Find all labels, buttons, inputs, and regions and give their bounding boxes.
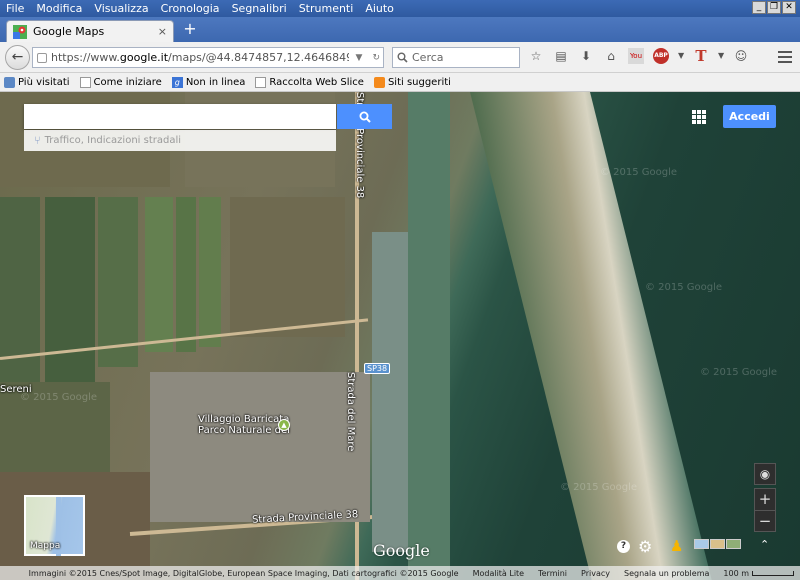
directions-icon: ⑂ [34, 134, 41, 147]
home-icon[interactable]: ⌂ [603, 48, 619, 64]
url-text: https://www.google.it/maps/@44.8474857,1… [51, 51, 349, 64]
zoom-control: + − [754, 488, 776, 532]
translate-t-icon[interactable]: T [693, 48, 709, 64]
tab-close-icon[interactable]: × [158, 25, 167, 38]
terms-link[interactable]: Termini [538, 569, 567, 578]
t-dropdown-icon[interactable]: ▼ [718, 48, 724, 64]
google-icon: g [171, 76, 183, 88]
menu-strumenti[interactable]: Strumenti [293, 2, 360, 15]
bookmarks-toolbar: Più visitati Come iniziare g Non in linea… [0, 73, 800, 92]
bookmark-piu-visitati[interactable]: Più visitati [4, 76, 70, 88]
sp38-shield: SP38 [364, 363, 391, 374]
my-location-button[interactable]: ◉ [754, 463, 776, 485]
map-search-button[interactable] [337, 104, 392, 129]
chat-icon[interactable]: ☺ [733, 48, 749, 64]
imagery-credits: Immagini ©2015 Cnes/Spot Image, DigitalG… [28, 568, 459, 578]
traffic-directions-label: Traffico, Indicazioni stradali [44, 135, 182, 146]
park-pin-icon[interactable]: ▲ [278, 419, 290, 431]
bookmark-star-icon[interactable]: ☆ [528, 48, 544, 64]
downloads-icon[interactable]: ⬇ [578, 48, 594, 64]
search-bar[interactable]: Cerca [392, 47, 520, 68]
hamburger-menu-icon[interactable] [778, 51, 792, 63]
poi-villaggio-barricata[interactable]: Villaggio Barricata Parco Naturale del [198, 414, 290, 436]
close-window-button[interactable]: ✕ [782, 1, 796, 14]
new-tab-button[interactable]: + [180, 21, 200, 39]
url-bar[interactable]: https://www.google.it/maps/@44.8474857,1… [32, 47, 384, 68]
river [408, 92, 450, 580]
pegman-icon[interactable]: ♟ [670, 537, 683, 555]
road-label-del-mare: Strada del Mare [345, 372, 356, 452]
report-problem-link[interactable]: Segnala un problema [624, 569, 709, 578]
minimize-button[interactable]: _ [752, 1, 766, 14]
back-button[interactable]: ← [5, 45, 30, 70]
bookmark-come-iniziare[interactable]: Come iniziare [79, 76, 162, 88]
nav-toolbar: ← https://www.google.it/maps/@44.8474857… [0, 42, 800, 73]
scale-bar[interactable]: 100 m [723, 569, 794, 578]
menu-segnalibri[interactable]: Segnalibri [226, 2, 293, 15]
tab-google-maps[interactable]: Google Maps × [6, 20, 174, 42]
map-watermark: © 2015 Google [560, 482, 638, 493]
bookmark-siti-suggeriti[interactable]: Siti suggeriti [373, 76, 451, 88]
reading-list-icon[interactable]: ▤ [553, 48, 569, 64]
help-icon[interactable]: ? [617, 540, 630, 553]
google-maps-favicon-icon [13, 24, 27, 39]
menu-visualizza[interactable]: Visualizza [88, 2, 154, 15]
zoom-in-button[interactable]: + [755, 489, 775, 511]
tab-title: Google Maps [33, 25, 105, 38]
menu-bar: File Modifica Visualizza Cronologia Segn… [0, 0, 800, 17]
map-type-toggle[interactable]: Mappa [24, 495, 85, 556]
restore-button[interactable]: ❐ [767, 1, 781, 14]
back-arrow-icon: ← [11, 49, 24, 65]
village-area [150, 372, 370, 522]
search-icon [359, 111, 371, 123]
marina-area [372, 232, 408, 552]
zoom-out-button[interactable]: − [755, 511, 775, 533]
expand-chevron-icon[interactable]: ⌃ [760, 538, 769, 551]
url-dropdown-icon[interactable]: ▼ [353, 53, 366, 63]
search-placeholder: Cerca [412, 51, 444, 64]
map-footer: Immagini ©2015 Cnes/Spot Image, DigitalG… [0, 566, 800, 580]
thumb-3[interactable] [726, 539, 741, 549]
thumb-1[interactable] [694, 539, 709, 549]
toolbar-icons: ☆ ▤ ⬇ ⌂ You ABP ▼ T ▼ ☺ [528, 48, 749, 64]
thumb-2[interactable] [710, 539, 725, 549]
map-search-input[interactable] [24, 104, 336, 129]
privacy-link[interactable]: Privacy [581, 569, 610, 578]
doc-icon [79, 76, 91, 88]
lite-mode-link[interactable]: Modalità Lite [473, 569, 525, 578]
map-watermark: © 2015 Google [600, 167, 678, 178]
adblock-icon[interactable]: ABP [653, 48, 669, 64]
sign-in-button[interactable]: Accedi [723, 105, 776, 128]
imagery-thumbnails[interactable] [694, 539, 741, 549]
menu-file[interactable]: File [0, 2, 30, 15]
minimap-label: Mappa [30, 541, 61, 551]
apps-grid-icon[interactable] [692, 110, 706, 124]
menu-modifica[interactable]: Modifica [30, 2, 88, 15]
search-engine-icon [397, 52, 408, 63]
youtube-icon[interactable]: You [628, 48, 644, 64]
tab-strip: Google Maps × + [0, 17, 800, 42]
menu-cronologia[interactable]: Cronologia [155, 2, 226, 15]
road-label-sereni: Sereni [0, 384, 32, 395]
rss-icon [373, 76, 385, 88]
google-logo: Google [373, 541, 430, 560]
menu-aiuto[interactable]: Aiuto [359, 2, 400, 15]
reload-icon[interactable]: ↻ [369, 53, 383, 63]
satellite-map[interactable]: © 2015 Google © 2015 Google © 2015 Googl… [0, 92, 800, 580]
locate-icon: ◉ [759, 467, 771, 481]
bookmark-non-in-linea[interactable]: g Non in linea [171, 76, 245, 88]
site-identity-icon[interactable] [37, 52, 47, 63]
beach-strip [470, 92, 712, 580]
map-watermark: © 2015 Google [700, 367, 778, 378]
bookmark-web-slice[interactable]: Raccolta Web Slice [255, 76, 364, 88]
gear-icon[interactable]: ⚙ [638, 537, 652, 556]
window-controls: _ ❐ ✕ [752, 1, 796, 14]
star-icon [4, 76, 15, 88]
adblock-dropdown-icon[interactable]: ▼ [678, 48, 684, 64]
doc-icon [255, 76, 267, 88]
traffic-directions-link[interactable]: ⑂ Traffico, Indicazioni stradali [24, 130, 336, 151]
map-watermark: © 2015 Google [645, 282, 723, 293]
